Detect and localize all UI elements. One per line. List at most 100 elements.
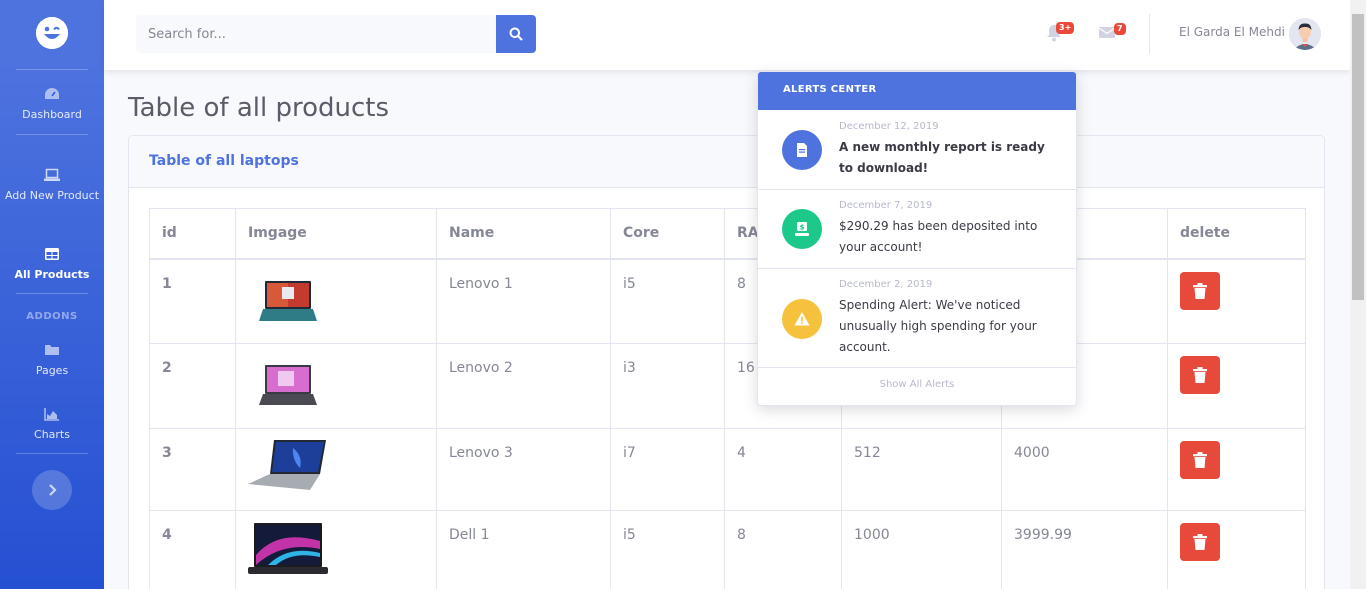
sidebar-divider (16, 293, 88, 294)
alert-icon-circle (782, 299, 822, 339)
sidebar-item-dashboard[interactable]: Dashboard (0, 87, 104, 122)
search-icon (509, 27, 523, 41)
sidebar: Dashboard Add New Product All Products A… (0, 0, 104, 589)
search-input[interactable] (136, 15, 496, 53)
page-title: Table of all products (128, 93, 390, 123)
table-icon (45, 248, 59, 260)
table-row: 3 Lenovo 3 i7 4 512 4000 (149, 428, 1306, 511)
messages-dropdown-toggle[interactable]: 7 (1098, 23, 1126, 44)
card-title: Table of all laptops (149, 153, 299, 169)
alert-icon-circle (782, 130, 822, 170)
sidebar-item-label: Add New Product (4, 189, 100, 202)
alerts-counter-badge: 3+ (1056, 22, 1075, 34)
sidebar-item-add-new-product[interactable]: Add New Product (0, 168, 104, 203)
sidebar-item-label: All Products (14, 268, 90, 281)
alert-date: December 12, 2019 (839, 121, 939, 132)
cell-core: i5 (610, 510, 725, 589)
cell-id: 4 (149, 510, 236, 589)
page-scrollbar[interactable] (1350, 0, 1366, 589)
sidebar-item-all-products[interactable]: All Products (0, 247, 104, 282)
table-header-row: id Imgage Name Core RAM delete (149, 208, 1306, 260)
cell-name: Lenovo 3 (436, 428, 611, 511)
folder-icon (45, 345, 59, 355)
laptop-icon (44, 168, 60, 181)
cell-ram: 4 (724, 428, 842, 511)
cell-delete (1167, 343, 1306, 429)
alert-text: Spending Alert: We've noticed unusually … (839, 298, 1037, 354)
alerts-header: ALERTS CENTER (758, 72, 1076, 110)
svg-text:$: $ (800, 224, 805, 232)
cell-delete (1167, 428, 1306, 511)
cell-price: 4000 (1001, 428, 1168, 511)
cell-id: 1 (149, 258, 236, 344)
table-row: 4 Dell 1 i5 8 1000 3999.99 (149, 510, 1306, 589)
alert-date: December 2, 2019 (839, 279, 933, 290)
donate-icon: $ (795, 222, 809, 236)
cell-storage: 512 (841, 428, 1002, 511)
column-header-core: Core (610, 208, 725, 260)
laugh-wink-icon[interactable] (36, 17, 68, 49)
column-header-name: Name (436, 208, 611, 260)
alert-text: A new monthly report is ready to downloa… (839, 140, 1045, 175)
user-avatar-icon (1289, 18, 1321, 50)
alert-icon-circle: $ (782, 209, 822, 249)
show-all-alerts-link[interactable]: Show All Alerts (758, 368, 1076, 405)
sidebar-item-charts[interactable]: Charts (0, 407, 104, 442)
alerts-dropdown-toggle[interactable]: 3+ (1046, 22, 1075, 44)
trash-icon (1193, 452, 1207, 468)
laptop-image (248, 523, 328, 574)
cell-name: Lenovo 2 (436, 343, 611, 429)
avatar[interactable] (1289, 18, 1321, 50)
search-button[interactable] (496, 15, 536, 53)
cell-ram: 8 (724, 510, 842, 589)
cell-image (235, 510, 437, 589)
laptop-image (259, 280, 317, 321)
sidebar-heading: ADDONS (26, 311, 78, 322)
chart-area-icon (44, 408, 59, 421)
cell-name: Lenovo 1 (436, 258, 611, 344)
column-header-delete: delete (1167, 208, 1306, 260)
trash-icon (1193, 534, 1207, 550)
alert-item[interactable]: December 12, 2019 A new monthly report i… (758, 110, 1076, 190)
delete-button[interactable] (1180, 356, 1220, 394)
alert-text: $290.29 has been deposited into your acc… (839, 219, 1038, 254)
cell-core: i5 (610, 258, 725, 344)
laptop-image (259, 365, 317, 405)
cell-id: 3 (149, 428, 236, 511)
delete-button[interactable] (1180, 523, 1220, 561)
warning-icon (794, 312, 810, 326)
trash-icon (1193, 367, 1207, 383)
cell-price: 3999.99 (1001, 510, 1168, 589)
scrollbar-thumb[interactable] (1352, 14, 1364, 300)
cell-image (235, 343, 437, 429)
delete-button[interactable] (1180, 441, 1220, 479)
column-header-id: id (149, 208, 236, 260)
cell-core: i7 (610, 428, 725, 511)
sidebar-toggle-button[interactable] (32, 470, 72, 510)
cell-id: 2 (149, 343, 236, 429)
sidebar-divider (16, 453, 88, 454)
table-row: 1 Lenovo 1 i5 8 (149, 258, 1306, 344)
tachometer-icon (45, 88, 59, 99)
cell-image (235, 428, 437, 511)
delete-button[interactable] (1180, 271, 1220, 310)
cell-core: i3 (610, 343, 725, 429)
alert-date: December 7, 2019 (839, 200, 933, 211)
chevron-right-icon (49, 484, 57, 496)
sidebar-item-label: Charts (34, 428, 70, 441)
cell-name: Dell 1 (436, 510, 611, 589)
cell-image (235, 258, 437, 344)
table-row: 2 Lenovo 2 i3 16 (149, 343, 1306, 429)
alerts-dropdown: ALERTS CENTER December 12, 2019 A new mo… (757, 71, 1077, 406)
alert-item[interactable]: December 2, 2019 Spending Alert: We've n… (758, 269, 1076, 368)
sidebar-divider (16, 69, 88, 70)
user-name[interactable]: El Garda El Mehdi (1179, 25, 1285, 39)
file-icon (797, 143, 807, 157)
messages-counter-badge: 7 (1114, 23, 1126, 35)
cell-delete (1167, 258, 1306, 344)
alert-item[interactable]: $ December 7, 2019 $290.29 has been depo… (758, 190, 1076, 269)
laptop-image (248, 440, 326, 490)
card-header: Table of all laptops (129, 136, 1324, 188)
sidebar-item-label: Dashboard (22, 108, 82, 121)
sidebar-item-pages[interactable]: Pages (0, 343, 104, 378)
